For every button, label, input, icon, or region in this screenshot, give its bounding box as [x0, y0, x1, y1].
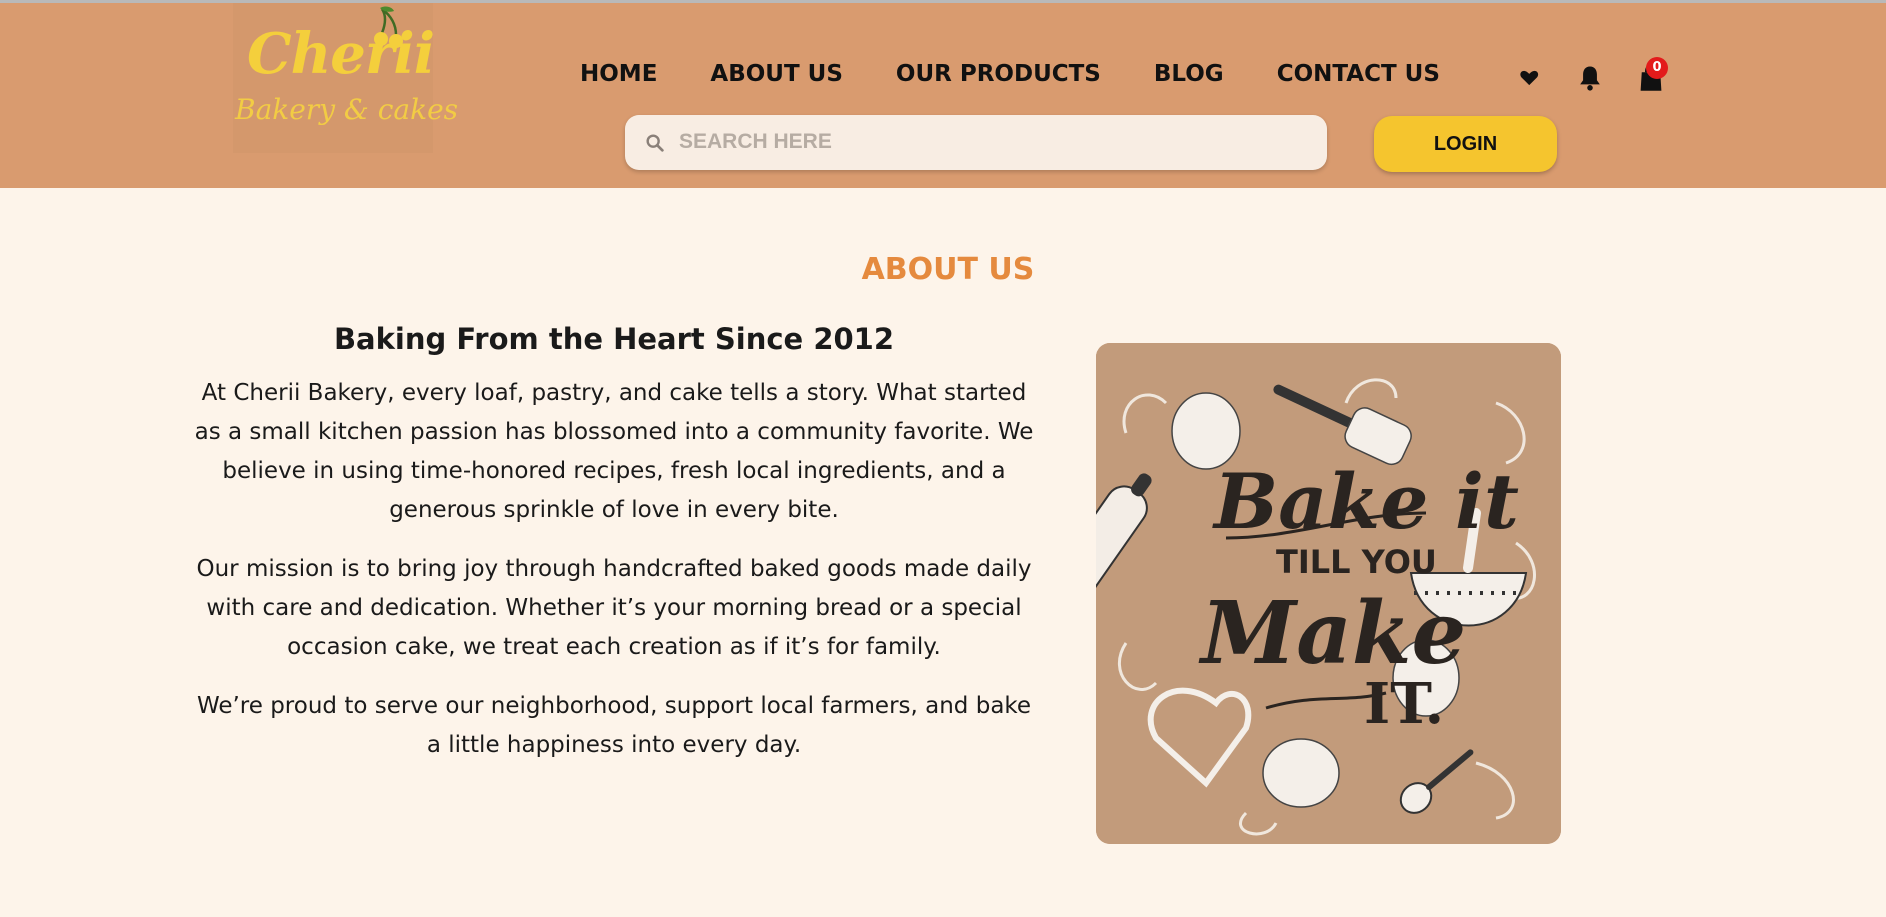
nav-contact-us[interactable]: CONTACT US [1277, 61, 1440, 87]
bake-it-poster-image: Bake it TILL YOU Make IT. [1096, 343, 1561, 844]
nav-our-products[interactable]: OUR PRODUCTS [896, 61, 1101, 87]
about-content: Baking From the Heart Since 2012 At Cher… [190, 322, 1038, 785]
brand-logo[interactable]: Cherii Bakery & cakes [233, 3, 458, 153]
search-bar [625, 115, 1327, 170]
nav-home[interactable]: HOME [580, 61, 657, 87]
search-icon [646, 134, 664, 152]
about-paragraph: We’re proud to serve our neighborhood, s… [196, 693, 1032, 758]
brand-tagline: Bakery & cakes [235, 93, 459, 126]
poster-line-4: IT. [1364, 671, 1444, 737]
bell-icon[interactable] [1576, 63, 1604, 91]
login-button[interactable]: LOGIN [1374, 116, 1557, 172]
poster-line-2: TILL YOU [1276, 543, 1437, 581]
poster-line-3: Make [1198, 583, 1466, 684]
about-paragraph: Our mission is to bring joy through hand… [196, 556, 1032, 660]
nav-about-us[interactable]: ABOUT US [710, 61, 843, 87]
search-input[interactable] [679, 123, 1299, 161]
cherry-icon [374, 6, 403, 48]
about-paragraph: At Cherii Bakery, every loaf, pastry, an… [194, 380, 1034, 523]
header-actions [1515, 63, 1665, 91]
about-heading: Baking From the Heart Since 2012 [333, 322, 895, 356]
cart-count-badge: 0 [1646, 57, 1668, 79]
main-nav: HOME ABOUT US OUR PRODUCTS BLOG CONTACT … [580, 61, 1440, 87]
heart-icon[interactable] [1515, 63, 1543, 91]
nav-blog[interactable]: BLOG [1154, 61, 1224, 87]
section-title: ABOUT US [861, 252, 1035, 287]
site-header: Cherii Bakery & cakes HOME ABOUT US OUR … [0, 3, 1886, 188]
poster-line-1: Bake it [1212, 457, 1519, 546]
